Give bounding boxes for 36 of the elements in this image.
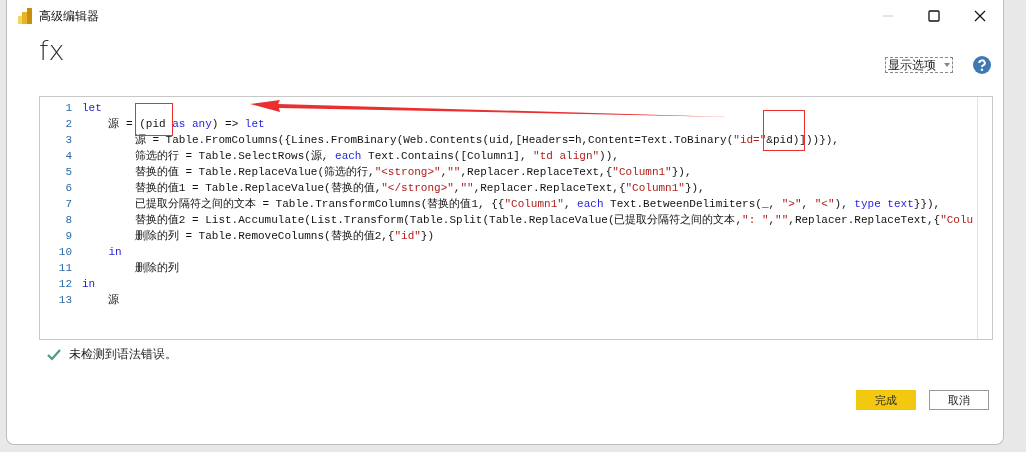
code-line: in <box>82 277 96 292</box>
line-number: 5 <box>64 165 73 180</box>
line-number: 6 <box>64 181 73 196</box>
line-number: 13 <box>57 293 73 308</box>
code-line: 筛选的行 = Table.SelectRows(源, each Text.Contains([Column1], "td align")), <box>133 149 619 164</box>
cancel-button[interactable]: 取消 <box>929 390 989 410</box>
highlight-box <box>135 103 173 136</box>
line-number: 2 <box>64 117 73 132</box>
code-line: 已提取分隔符之间的文本 = Table.TransformColumns(替换的值1, {{"Column1", each Text.BetweenDelimiters(_, ">", "<"), type text}}), <box>133 197 941 212</box>
caret-icon <box>944 63 950 67</box>
done-button[interactable]: 完成 <box>856 390 916 410</box>
formula-label: fx <box>39 36 65 66</box>
line-number: 8 <box>64 213 73 228</box>
line-number: 7 <box>64 197 73 212</box>
code-line: 删除的列 = Table.RemoveColumns(替换的值2,{"id"}) <box>133 229 435 244</box>
line-number: 12 <box>57 277 73 292</box>
line-number: 9 <box>64 229 73 244</box>
code-line: let <box>82 101 102 116</box>
help-icon[interactable] <box>973 56 991 74</box>
display-options-dropdown[interactable]: 显示选项 <box>885 57 953 73</box>
status-message: 未检测到语法错误。 <box>69 346 177 363</box>
window-title: 高级编辑器 <box>39 7 99 25</box>
code-line: 源 = (pid as any) => let <box>107 117 265 132</box>
code-line: 删除的列 <box>133 261 179 276</box>
line-number: 10 <box>57 245 73 260</box>
line-number: 3 <box>64 133 73 148</box>
code-line: in <box>107 245 122 260</box>
code-line: 替换的值1 = Table.ReplaceValue(替换的值,"</strong>","",Replacer.ReplaceText,{"Column1"}), <box>133 181 705 196</box>
line-number: 4 <box>64 149 73 164</box>
line-number: 1 <box>64 101 73 116</box>
line-number: 11 <box>57 261 73 276</box>
code-editor[interactable] <box>39 96 993 340</box>
code-line: 替换的值2 = List.Accumulate(List.Transform(Table.Split(Table.ReplaceValue(已提取分隔符之间的文本,": ","",Replacer.ReplaceText,{"Colu <box>133 213 974 228</box>
chart-logo-icon <box>18 8 32 24</box>
code-line: 替换的值 = Table.ReplaceValue(筛选的行,"<strong>","",Replacer.ReplaceText,{"Column1"}), <box>133 165 692 180</box>
code-line: 源 <box>107 293 120 308</box>
